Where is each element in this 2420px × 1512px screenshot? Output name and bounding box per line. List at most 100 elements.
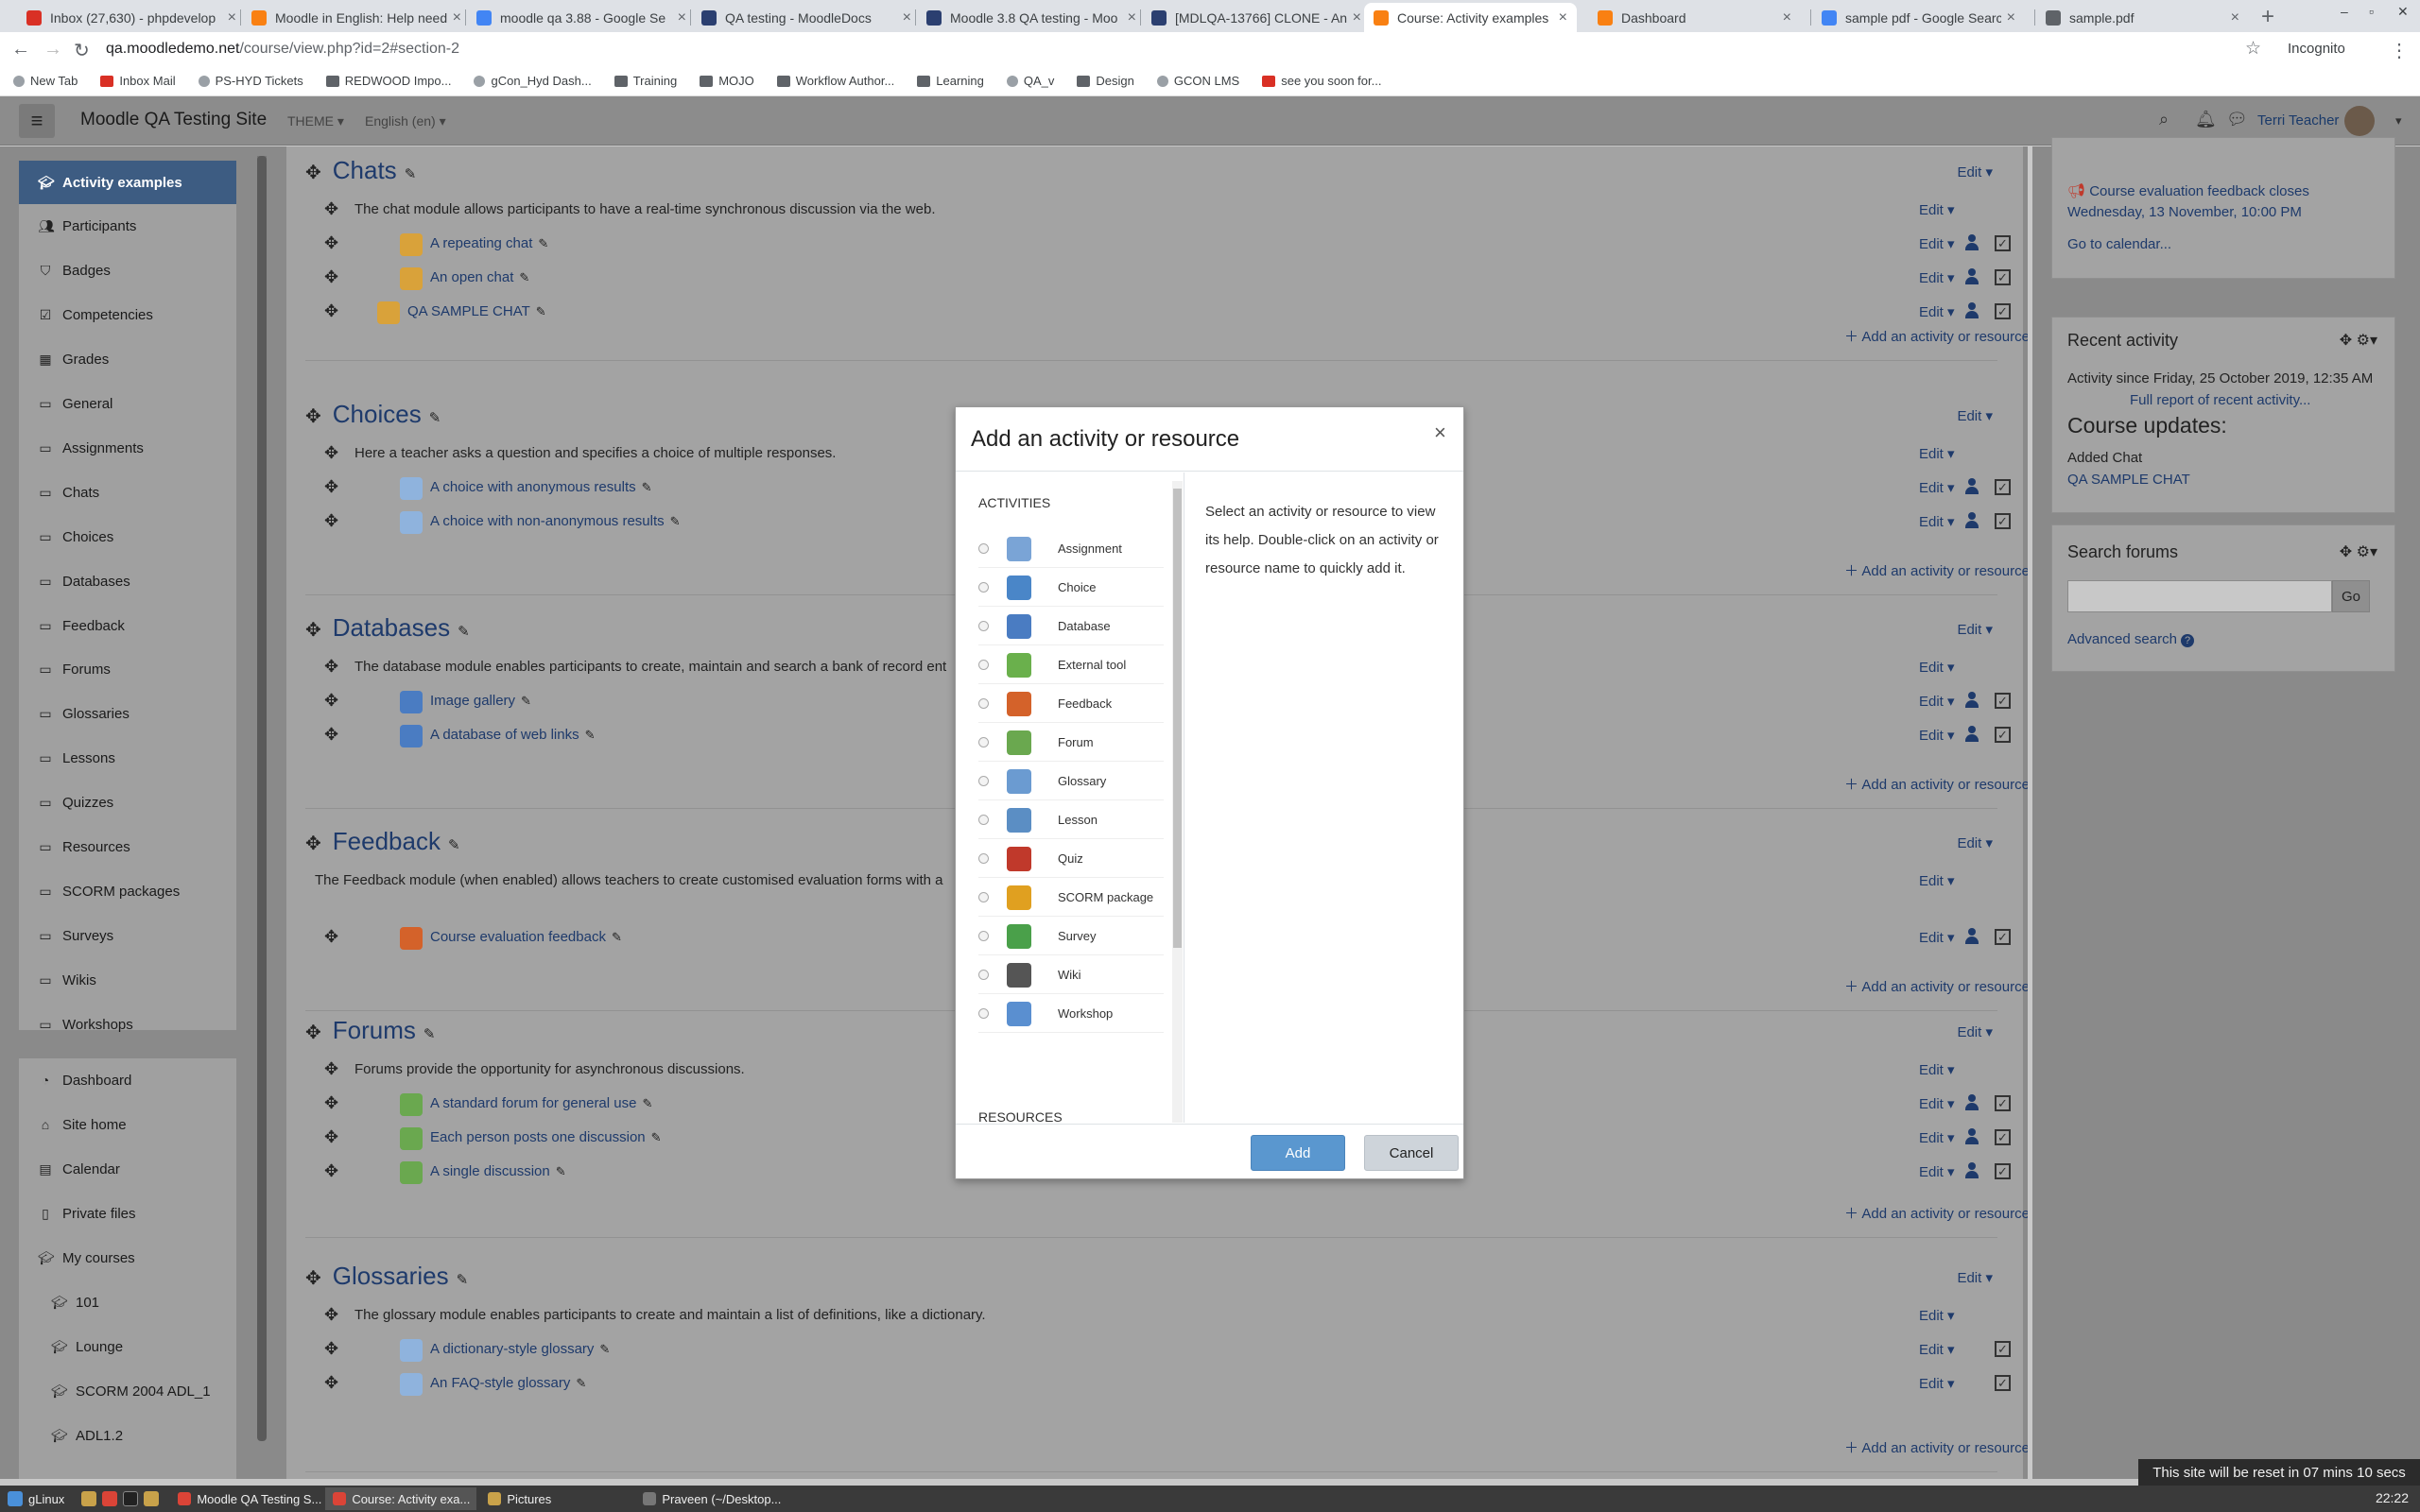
user-menu-caret-icon[interactable]: ▾ (2395, 113, 2402, 129)
row-edit-menu[interactable]: Edit ▾ (1919, 1307, 1955, 1324)
row-edit-menu[interactable]: Edit ▾ (1919, 1061, 1955, 1078)
activity-edit-menu[interactable]: Edit ▾ (1919, 1163, 1955, 1180)
edit-pencil-icon[interactable]: ✎ (538, 236, 548, 250)
user-icon[interactable] (1965, 928, 1979, 945)
edit-title-pencil-icon[interactable]: ✎ (429, 410, 441, 426)
activity-link[interactable]: Image gallery ✎ (430, 693, 531, 709)
radio-button[interactable] (978, 582, 989, 593)
close-tab-icon[interactable]: × (1559, 9, 1567, 26)
activity-link[interactable]: A repeating chat ✎ (430, 235, 548, 251)
activity-edit-menu[interactable]: Edit ▾ (1919, 235, 1955, 252)
drawer-item[interactable]: ▭ Quizzes (19, 782, 236, 825)
event-date[interactable]: Wednesday, 13 November, 10:00 PM (2067, 204, 2302, 220)
taskbar-window[interactable]: Course: Activity exa... (325, 1487, 477, 1510)
move-icon[interactable]: ✥ (324, 1339, 338, 1359)
activity-option[interactable]: Wiki (978, 956, 1164, 994)
bookmark-item[interactable]: Design (1077, 74, 1134, 88)
bookmark-item[interactable]: see you soon for... (1262, 74, 1381, 88)
move-icon[interactable]: ✥ (324, 1305, 338, 1325)
activity-link[interactable]: A dictionary-style glossary ✎ (430, 1341, 610, 1357)
user-icon[interactable] (1965, 478, 1979, 495)
bookmark-item[interactable]: QA_v (1006, 74, 1054, 88)
browser-tab[interactable]: [MDLQA-13766] CLONE - An × (1142, 3, 1371, 32)
user-icon[interactable] (1965, 302, 1979, 319)
radio-button[interactable] (978, 970, 989, 980)
drawer-item[interactable]: ▭ Choices (19, 515, 236, 558)
drawer-item[interactable]: 👥︎ Participants (19, 205, 236, 249)
drawer-item[interactable]: ▭ Assignments (19, 426, 236, 470)
completion-checkbox[interactable]: ✓ (1995, 1163, 2011, 1179)
bookmark-item[interactable]: MOJO (700, 74, 754, 88)
move-icon[interactable]: ✥ (324, 1161, 338, 1181)
activity-option[interactable]: Database (978, 608, 1164, 645)
section-name[interactable]: Databases (333, 613, 450, 642)
move-icon[interactable]: ✥ (324, 1373, 338, 1393)
radio-button[interactable] (978, 776, 989, 786)
add-button[interactable]: Add (1251, 1135, 1345, 1171)
activity-option[interactable]: Quiz (978, 840, 1164, 878)
activity-edit-menu[interactable]: Edit ▾ (1919, 727, 1955, 744)
browser-tab[interactable]: Inbox (27,630) - phpdevelop × (17, 3, 246, 32)
user-icon[interactable] (1965, 1162, 1979, 1179)
activity-option[interactable]: Lesson (978, 801, 1164, 839)
activity-edit-menu[interactable]: Edit ▾ (1919, 1341, 1955, 1358)
add-activity-link[interactable]: ＋ Add an activity or resource (1844, 1437, 2028, 1457)
edit-pencil-icon[interactable]: ✎ (651, 1130, 662, 1144)
radio-button[interactable] (978, 931, 989, 941)
move-icon[interactable]: ✥ (324, 443, 338, 463)
activity-option[interactable]: Choice (978, 569, 1164, 607)
drawer-item[interactable]: 🎓︎ Activity examples (19, 161, 236, 204)
maximize-button[interactable]: ▫ (2369, 4, 2374, 19)
move-icon[interactable]: ✥ (324, 199, 338, 219)
bookmark-item[interactable]: New Tab (13, 74, 78, 88)
section-title[interactable]: ✥ Choices ✎ (305, 400, 441, 429)
section-title[interactable]: ✥ Forums ✎ (305, 1016, 435, 1045)
move-icon[interactable]: ✥ (305, 163, 321, 183)
activity-option[interactable]: Feedback (978, 685, 1164, 723)
section-name[interactable]: Glossaries (333, 1262, 449, 1290)
back-icon[interactable]: ← (11, 39, 30, 60)
edit-pencil-icon[interactable]: ✎ (521, 694, 531, 708)
taskbar-window[interactable]: Pictures (480, 1487, 631, 1510)
browser-tab[interactable]: Course: Activity examples × (1364, 3, 1577, 32)
search-go-button[interactable]: Go (2332, 580, 2370, 612)
completion-checkbox[interactable]: ✓ (1995, 727, 2011, 743)
add-block-link[interactable]: ⊞ Add a block (19, 1465, 236, 1480)
search-icon[interactable]: ⌕ (2159, 110, 2169, 129)
edit-pencil-icon[interactable]: ✎ (576, 1376, 586, 1390)
radio-button[interactable] (978, 815, 989, 825)
event-link[interactable]: 📢︎ Course evaluation feedback closes (2067, 182, 2309, 199)
drawer-item[interactable]: 🎓︎ Lounge (19, 1325, 236, 1368)
close-tab-icon[interactable]: × (1353, 9, 1361, 26)
add-activity-link[interactable]: ＋ Add an activity or resource (1844, 326, 2028, 346)
activity-link[interactable]: An FAQ-style glossary ✎ (430, 1375, 586, 1391)
close-tab-icon[interactable]: × (2231, 9, 2239, 26)
forward-icon[interactable]: → (43, 39, 62, 60)
edit-title-pencil-icon[interactable]: ✎ (405, 166, 417, 182)
browser-tab[interactable]: QA testing - MoodleDocs × (692, 3, 921, 32)
bookmark-item[interactable]: Inbox Mail (100, 74, 176, 88)
activity-link[interactable]: A database of web links ✎ (430, 727, 596, 743)
activity-edit-menu[interactable]: Edit ▾ (1919, 1375, 1955, 1392)
section-title[interactable]: ✥ Glossaries ✎ (305, 1262, 468, 1291)
radio-button[interactable] (978, 543, 989, 554)
edit-title-pencil-icon[interactable]: ✎ (457, 1272, 469, 1288)
move-icon[interactable]: ✥ (324, 927, 338, 947)
browser-tab[interactable]: moodle qa 3.88 - Google Se × (467, 3, 696, 32)
move-icon[interactable]: ✥ (324, 267, 338, 287)
edit-pencil-icon[interactable]: ✎ (612, 930, 622, 944)
bookmark-item[interactable]: Workflow Author... (776, 74, 894, 88)
close-tab-icon[interactable]: × (903, 9, 911, 26)
move-icon[interactable]: ✥ (324, 233, 338, 253)
activity-edit-menu[interactable]: Edit ▾ (1919, 693, 1955, 710)
taskbar-window[interactable]: Moodle QA Testing S... (170, 1487, 321, 1510)
close-tab-icon[interactable]: × (228, 9, 236, 26)
completion-checkbox[interactable]: ✓ (1995, 1095, 2011, 1111)
activity-option[interactable]: External tool (978, 646, 1164, 684)
add-activity-link[interactable]: ＋ Add an activity or resource (1844, 1203, 2028, 1223)
edit-pencil-icon[interactable]: ✎ (585, 728, 596, 742)
close-icon[interactable]: × (1434, 421, 1446, 445)
drawer-toggle-icon[interactable]: ≡ (19, 104, 55, 138)
section-edit-menu[interactable]: Edit ▾ (1957, 834, 1993, 851)
close-window-button[interactable]: ✕ (2397, 4, 2409, 20)
